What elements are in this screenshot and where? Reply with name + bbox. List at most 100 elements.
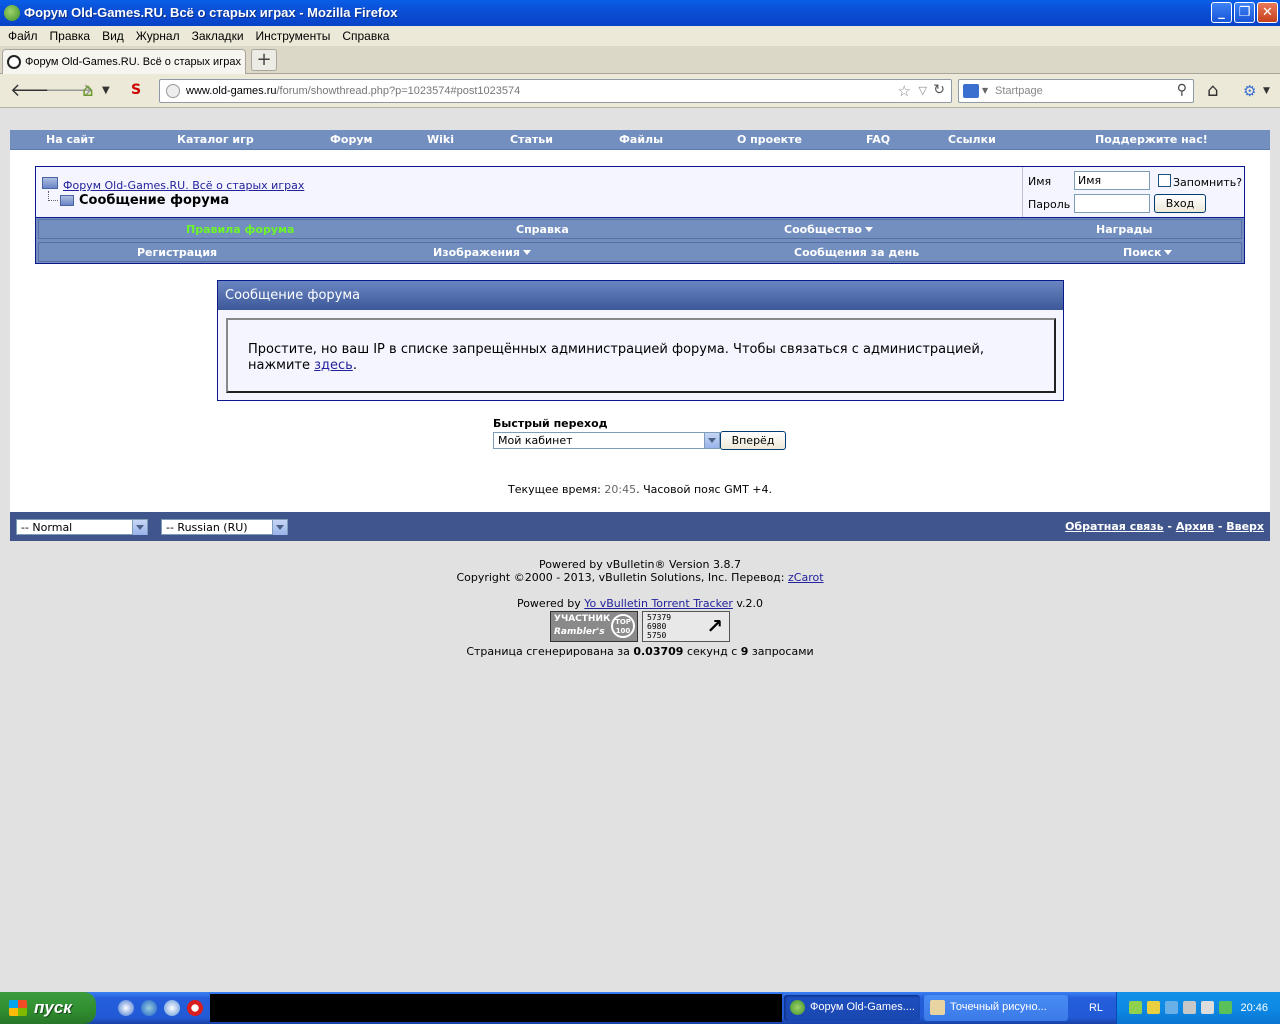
firefox-icon bbox=[4, 5, 20, 21]
folder-icon bbox=[60, 195, 74, 206]
chevron-down-icon[interactable]: ▼ bbox=[982, 86, 988, 95]
menu-file[interactable]: Файл bbox=[2, 26, 44, 43]
forum-navigation: Правила форума Справка Сообщество Наград… bbox=[35, 218, 1245, 264]
style-select[interactable]: -- Normal bbox=[16, 519, 148, 535]
search-engine-icon[interactable] bbox=[963, 84, 979, 98]
translator-link[interactable]: zCarot bbox=[788, 571, 824, 584]
sitenav-articles[interactable]: Статьи bbox=[510, 133, 553, 146]
site-navigation: На сайт Каталог игр Форум Wiki Статьи Фа… bbox=[10, 130, 1270, 150]
forum-nav-row-1: Правила форума Справка Сообщество Наград… bbox=[38, 219, 1242, 239]
menu-view[interactable]: Вид bbox=[96, 26, 130, 43]
tray-app-icon[interactable] bbox=[1129, 1001, 1142, 1014]
browser-tab[interactable]: Форум Old-Games.RU. Всё о старых играх bbox=[2, 49, 246, 74]
chevron-down-icon[interactable] bbox=[704, 433, 719, 448]
chevron-down-icon[interactable]: ▼ bbox=[1263, 86, 1270, 96]
home-addon-icon[interactable]: ⌂ bbox=[82, 80, 93, 101]
current-time: Текущее время: 20:45. Часовой пояс GMT +… bbox=[507, 483, 773, 496]
sitenav-faq[interactable]: FAQ bbox=[866, 133, 890, 146]
internet-explorer-icon[interactable] bbox=[141, 1000, 157, 1016]
breadcrumb-login-table: Форум Old-Games.RU. Всё о старых играх С… bbox=[35, 166, 1245, 218]
sitenav-wiki[interactable]: Wiki bbox=[427, 133, 454, 146]
page-generation-time: Страница сгенерирована за 0.03709 секунд… bbox=[466, 645, 814, 658]
menu-history[interactable]: Журнал bbox=[130, 26, 186, 43]
tracker-credit: Powered by Yo vBulletin Torrent Tracker … bbox=[516, 597, 764, 610]
url-dropdown-icon[interactable]: ▽ bbox=[919, 84, 927, 97]
breadcrumb-forum-link[interactable]: Форум Old-Games.RU. Всё о старых играх bbox=[63, 179, 304, 192]
copyright: Copyright ©2000 - 2013, vBulletin Soluti… bbox=[456, 571, 824, 584]
message-title: Сообщение форума bbox=[218, 281, 1063, 310]
forum-page: На сайт Каталог игр Форум Wiki Статьи Фа… bbox=[10, 130, 1270, 540]
quick-nav-select[interactable]: Мой кабинет bbox=[493, 432, 720, 449]
search-menu[interactable]: Поиск bbox=[1123, 246, 1173, 259]
tray-network-icon[interactable] bbox=[1165, 1001, 1178, 1014]
top-link[interactable]: Вверх bbox=[1226, 520, 1264, 533]
menu-help[interactable]: Справка bbox=[336, 26, 395, 43]
liveinternet-counter-banner[interactable]: 57379 6980 5750 ↗ bbox=[642, 611, 730, 642]
chevron-down-icon[interactable] bbox=[132, 520, 147, 535]
footer-links: Обратная связь - Архив - Вверх bbox=[1065, 520, 1264, 533]
addon-s-icon[interactable]: S bbox=[131, 82, 141, 98]
forum-help-link[interactable]: Справка bbox=[516, 223, 569, 236]
taskbar-paint-button[interactable]: Точечный рисуно... bbox=[924, 995, 1068, 1021]
forum-rules-link[interactable]: Правила форума bbox=[186, 223, 294, 236]
taskbar-firefox-button[interactable]: Форум Old-Games.... bbox=[784, 995, 920, 1021]
archive-link[interactable]: Архив bbox=[1176, 520, 1214, 533]
password-input[interactable] bbox=[1074, 194, 1150, 213]
quicklaunch-app-icon[interactable] bbox=[164, 1000, 180, 1016]
favicon-icon bbox=[7, 55, 21, 69]
login-button[interactable]: Вход bbox=[1154, 194, 1206, 213]
close-button[interactable]: ✕ bbox=[1257, 2, 1278, 23]
minimize-button[interactable]: _ bbox=[1211, 2, 1232, 23]
search-bar[interactable]: ▼ Startpage ⚲ bbox=[958, 79, 1194, 103]
tray-device-icon[interactable] bbox=[1183, 1001, 1196, 1014]
quick-nav-go-button[interactable]: Вперёд bbox=[720, 431, 786, 450]
new-tab-button[interactable]: + bbox=[251, 49, 277, 71]
username-input[interactable] bbox=[1074, 171, 1150, 190]
chevron-down-icon[interactable]: ▼ bbox=[102, 85, 110, 96]
start-button[interactable]: пуск bbox=[0, 992, 96, 1024]
tray-volume-icon[interactable] bbox=[1201, 1001, 1214, 1014]
url-text[interactable]: www.old-games.ru/forum/showthread.php?p=… bbox=[186, 85, 520, 97]
menu-edit[interactable]: Правка bbox=[44, 26, 97, 43]
rambler-top100-banner[interactable]: УЧАСТНИК Rambler's TOP 100 bbox=[550, 611, 638, 642]
forum-home-icon[interactable] bbox=[42, 177, 58, 189]
community-menu[interactable]: Сообщество bbox=[784, 223, 873, 236]
sitenav-links[interactable]: Ссылки bbox=[948, 133, 996, 146]
opera-icon[interactable] bbox=[187, 1000, 203, 1016]
sitenav-home[interactable]: На сайт bbox=[46, 133, 95, 146]
message-panel: Простите, но ваш IP в списке запрещённых… bbox=[226, 318, 1056, 393]
tray-nvidia-icon[interactable] bbox=[1219, 1001, 1232, 1014]
menu-bookmarks[interactable]: Закладки bbox=[186, 26, 250, 43]
feedback-link[interactable]: Обратная связь bbox=[1065, 520, 1164, 533]
remember-label[interactable]: Запомнить? bbox=[1173, 176, 1242, 189]
tracker-link[interactable]: Yo vBulletin Torrent Tracker bbox=[584, 597, 733, 610]
sitenav-catalog[interactable]: Каталог игр bbox=[177, 133, 254, 146]
register-link[interactable]: Регистрация bbox=[137, 246, 217, 259]
sitenav-forum[interactable]: Форум bbox=[330, 133, 373, 146]
awards-link[interactable]: Награды bbox=[1096, 223, 1153, 236]
search-placeholder[interactable]: Startpage bbox=[995, 85, 1043, 97]
bookmark-star-icon[interactable]: ☆ bbox=[898, 82, 911, 100]
images-menu[interactable]: Изображения bbox=[433, 246, 531, 259]
media-player-icon[interactable] bbox=[118, 1000, 134, 1016]
language-select[interactable]: -- Russian (RU) bbox=[161, 519, 288, 535]
clock[interactable]: 20:46 bbox=[1240, 1002, 1268, 1014]
addon-network-icon[interactable]: ⚙ bbox=[1243, 82, 1256, 100]
search-icon[interactable]: ⚲ bbox=[1177, 82, 1187, 98]
menu-tools[interactable]: Инструменты bbox=[250, 26, 337, 43]
tray-security-icon[interactable] bbox=[1147, 1001, 1160, 1014]
todays-posts-link[interactable]: Сообщения за день bbox=[794, 246, 919, 259]
contact-admin-link[interactable]: здесь bbox=[314, 358, 353, 373]
chevron-down-icon[interactable] bbox=[272, 520, 287, 535]
reload-icon[interactable]: ↻ bbox=[933, 82, 945, 98]
remember-checkbox[interactable] bbox=[1158, 174, 1171, 187]
sitenav-support[interactable]: Поддержите нас! bbox=[1095, 133, 1208, 146]
maximize-button[interactable]: ❐ bbox=[1234, 2, 1255, 23]
language-indicator[interactable]: RL bbox=[1078, 995, 1114, 1021]
site-identity-icon[interactable] bbox=[166, 84, 180, 98]
window-title: Форум Old-Games.RU. Всё о старых играх -… bbox=[24, 5, 398, 20]
home-icon[interactable]: ⌂ bbox=[1207, 80, 1218, 101]
url-bar[interactable]: www.old-games.ru/forum/showthread.php?p=… bbox=[159, 79, 952, 103]
sitenav-files[interactable]: Файлы bbox=[619, 133, 663, 146]
sitenav-about[interactable]: О проекте bbox=[737, 133, 802, 146]
